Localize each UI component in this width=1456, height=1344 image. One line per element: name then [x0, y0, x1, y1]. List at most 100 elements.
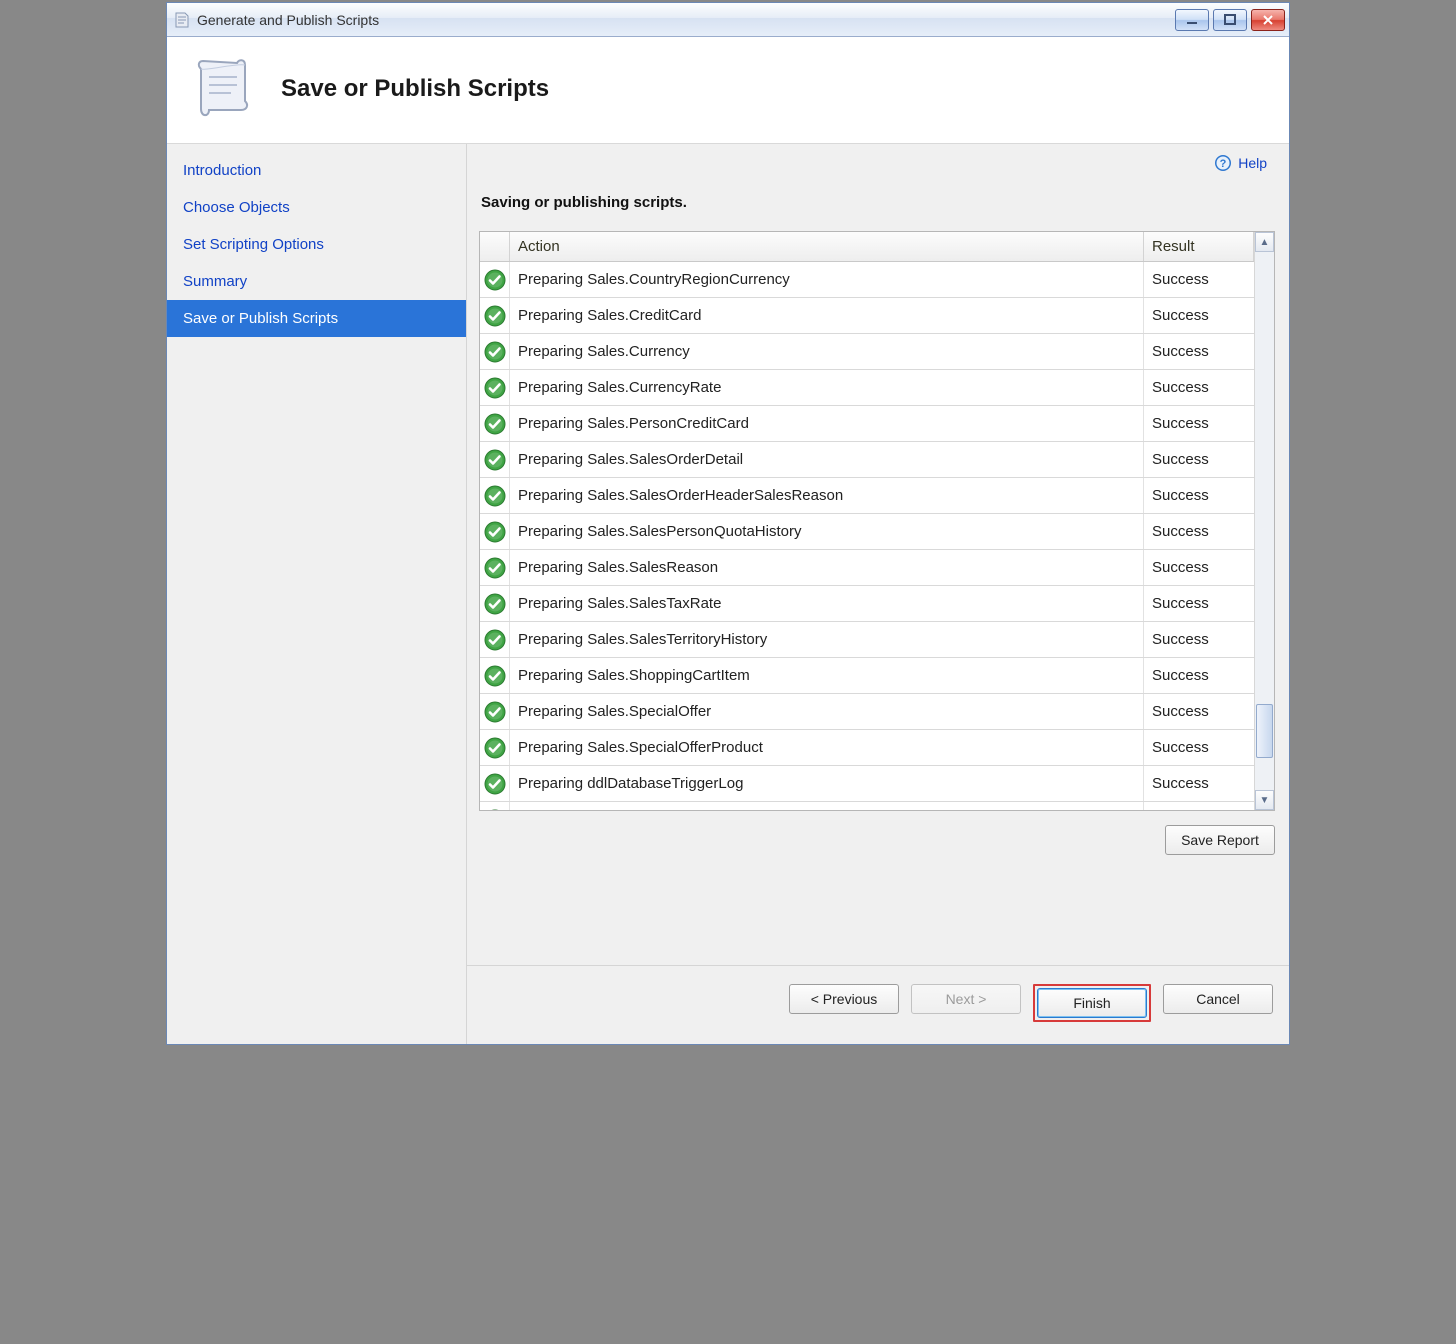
cell-action: Preparing Sales.CreditCard — [510, 298, 1144, 333]
cell-result: Success — [1144, 370, 1254, 405]
cell-action: Preparing Sales.SalesTerritoryHistory — [510, 622, 1144, 657]
cell-action: Save to file — [510, 802, 1144, 810]
table-row[interactable]: Preparing Sales.SalesTaxRateSuccess — [480, 586, 1254, 622]
cell-result: Success — [1144, 406, 1254, 441]
success-icon — [480, 442, 510, 477]
cell-result: Success — [1144, 658, 1254, 693]
help-icon: ? — [1214, 154, 1232, 172]
cell-result: Success — [1144, 550, 1254, 585]
save-report-button[interactable]: Save Report — [1165, 825, 1275, 855]
scroll-up-arrow[interactable]: ▲ — [1255, 232, 1274, 252]
success-icon — [480, 550, 510, 585]
cell-action: Preparing Sales.SalesPersonQuotaHistory — [510, 514, 1144, 549]
cell-result: Success — [1144, 262, 1254, 297]
table-row[interactable]: Preparing Sales.SalesReasonSuccess — [480, 550, 1254, 586]
wizard-header: Save or Publish Scripts — [167, 37, 1289, 144]
sidebar-item[interactable]: Introduction — [167, 152, 466, 189]
cell-result: Success — [1144, 802, 1254, 810]
success-icon — [480, 622, 510, 657]
maximize-button[interactable] — [1213, 9, 1247, 31]
cell-action: Preparing Sales.SpecialOfferProduct — [510, 730, 1144, 765]
success-icon — [480, 406, 510, 441]
cell-result: Success — [1144, 766, 1254, 801]
cell-action: Preparing Sales.ShoppingCartItem — [510, 658, 1144, 693]
scroll-down-arrow[interactable]: ▼ — [1255, 790, 1274, 810]
script-page-icon — [191, 55, 253, 123]
cell-action: Preparing Sales.Currency — [510, 334, 1144, 369]
help-link[interactable]: ? Help — [1208, 150, 1273, 176]
cell-action: Preparing Sales.SalesOrderHeaderSalesRea… — [510, 478, 1144, 513]
table-row[interactable]: Preparing Sales.SalesOrderDetailSuccess — [480, 442, 1254, 478]
cell-result: Success — [1144, 442, 1254, 477]
success-icon — [480, 586, 510, 621]
finish-highlight: Finish — [1033, 984, 1151, 1022]
next-button: Next > — [911, 984, 1021, 1014]
success-icon — [480, 730, 510, 765]
cell-action: Preparing Sales.PersonCreditCard — [510, 406, 1144, 441]
window-title: Generate and Publish Scripts — [197, 12, 379, 28]
sidebar-item[interactable]: Summary — [167, 263, 466, 300]
close-button[interactable] — [1251, 9, 1285, 31]
table-row[interactable]: Preparing Sales.SpecialOfferProductSucce… — [480, 730, 1254, 766]
wizard-steps-sidebar: IntroductionChoose ObjectsSet Scripting … — [167, 144, 467, 1044]
page-title: Save or Publish Scripts — [281, 75, 549, 103]
table-row[interactable]: Preparing Sales.SalesPersonQuotaHistoryS… — [480, 514, 1254, 550]
app-icon — [173, 11, 191, 29]
cell-result: Success — [1144, 478, 1254, 513]
table-row[interactable]: Preparing Sales.CurrencySuccess — [480, 334, 1254, 370]
cell-action: Preparing Sales.SalesReason — [510, 550, 1144, 585]
table-row[interactable]: Preparing Sales.CountryRegionCurrencySuc… — [480, 262, 1254, 298]
success-icon — [480, 370, 510, 405]
wizard-window: Generate and Publish Scripts Save or Pub… — [166, 2, 1290, 1045]
table-header: Action Result — [480, 232, 1254, 262]
finish-button[interactable]: Finish — [1037, 988, 1147, 1018]
table-row[interactable]: Preparing Sales.SalesOrderHeaderSalesRea… — [480, 478, 1254, 514]
cell-action: Preparing Sales.CountryRegionCurrency — [510, 262, 1144, 297]
success-icon — [480, 658, 510, 693]
wizard-footer: < Previous Next > Finish Cancel — [467, 965, 1289, 1044]
svg-text:?: ? — [1220, 158, 1227, 170]
previous-button[interactable]: < Previous — [789, 984, 899, 1014]
cell-action: Preparing ddlDatabaseTriggerLog — [510, 766, 1144, 801]
scroll-thumb[interactable] — [1256, 704, 1273, 758]
cell-result: Success — [1144, 694, 1254, 729]
cell-result: Success — [1144, 586, 1254, 621]
cell-result: Success — [1144, 514, 1254, 549]
main-panel: ? Help Saving or publishing scripts. Act… — [467, 144, 1289, 1044]
success-icon — [480, 802, 510, 810]
success-icon — [480, 334, 510, 369]
table-row[interactable]: Preparing Sales.ShoppingCartItemSuccess — [480, 658, 1254, 694]
column-result[interactable]: Result — [1144, 232, 1254, 261]
title-bar: Generate and Publish Scripts — [167, 3, 1289, 37]
table-row[interactable]: Preparing ddlDatabaseTriggerLogSuccess — [480, 766, 1254, 802]
column-action[interactable]: Action — [510, 232, 1144, 261]
sidebar-item[interactable]: Choose Objects — [167, 189, 466, 226]
success-icon — [480, 766, 510, 801]
cell-result: Success — [1144, 298, 1254, 333]
minimize-button[interactable] — [1175, 9, 1209, 31]
cell-action: Preparing Sales.CurrencyRate — [510, 370, 1144, 405]
cell-result: Success — [1144, 334, 1254, 369]
cell-action: Preparing Sales.SpecialOffer — [510, 694, 1144, 729]
success-icon — [480, 478, 510, 513]
table-row[interactable]: Preparing Sales.SpecialOfferSuccess — [480, 694, 1254, 730]
success-icon — [480, 514, 510, 549]
cell-action: Preparing Sales.SalesOrderDetail — [510, 442, 1144, 477]
cancel-button[interactable]: Cancel — [1163, 984, 1273, 1014]
sidebar-item[interactable]: Save or Publish Scripts — [167, 300, 466, 337]
success-icon — [480, 298, 510, 333]
cell-result: Success — [1144, 730, 1254, 765]
table-row[interactable]: Preparing Sales.CurrencyRateSuccess — [480, 370, 1254, 406]
section-title: Saving or publishing scripts. — [479, 176, 1289, 231]
table-row[interactable]: Preparing Sales.CreditCardSuccess — [480, 298, 1254, 334]
results-table: Action Result Preparing Sales.CountryReg… — [479, 231, 1275, 811]
vertical-scrollbar[interactable]: ▲ ▼ — [1254, 232, 1274, 810]
sidebar-item[interactable]: Set Scripting Options — [167, 226, 466, 263]
table-row[interactable]: Save to fileSuccess — [480, 802, 1254, 810]
success-icon — [480, 694, 510, 729]
cell-result: Success — [1144, 622, 1254, 657]
table-row[interactable]: Preparing Sales.PersonCreditCardSuccess — [480, 406, 1254, 442]
table-row[interactable]: Preparing Sales.SalesTerritoryHistorySuc… — [480, 622, 1254, 658]
scroll-track[interactable] — [1255, 252, 1274, 790]
success-icon — [480, 262, 510, 297]
